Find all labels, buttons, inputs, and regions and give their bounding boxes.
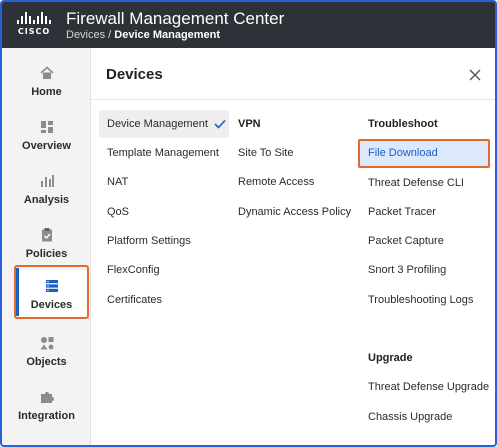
sidebar-item-devices[interactable]: Devices (14, 270, 89, 318)
menu-item-dynamic-access-policy[interactable]: Dynamic Access Policy (238, 198, 351, 226)
menu-item-nat[interactable]: NAT (107, 168, 128, 196)
sidebar-item-label: Integration (18, 409, 75, 422)
server-icon (45, 279, 58, 292)
app-title: Firewall Management Center (66, 9, 285, 28)
vpn-heading: VPN (238, 118, 261, 130)
sidebar: Home Overview Analysis Policies Devices … (2, 48, 91, 445)
menu-item-device-management[interactable]: Device Management (107, 110, 208, 138)
breadcrumb: Devices / Device Management (66, 29, 220, 41)
menu-item-flexconfig[interactable]: FlexConfig (107, 256, 160, 284)
app-window: CISCO Firewall Management Center Devices… (0, 0, 497, 447)
menu-item-threat-defense-upgrade[interactable]: Threat Defense Upgrade (368, 373, 489, 401)
menu-item-snort-3-profiling[interactable]: Snort 3 Profiling (368, 256, 446, 284)
menu-item-qos[interactable]: QoS (107, 198, 129, 226)
menu-item-certificates[interactable]: Certificates (107, 286, 162, 314)
sidebar-item-label: Overview (22, 139, 71, 152)
menu-item-file-download[interactable]: File Download (358, 139, 490, 168)
dashboard-icon (40, 120, 53, 133)
menu-item-label: File Download (368, 147, 438, 159)
menu-item-template-management[interactable]: Template Management (107, 139, 219, 167)
cisco-bars-icon (16, 12, 52, 24)
top-header: CISCO Firewall Management Center Devices… (2, 2, 495, 48)
breadcrumb-parent[interactable]: Devices (66, 29, 105, 41)
breadcrumb-current: Device Management (114, 29, 221, 41)
menu-item-site-to-site[interactable]: Site To Site (238, 139, 293, 167)
cisco-wordmark: CISCO (17, 27, 51, 36)
sidebar-item-label: Home (31, 85, 62, 98)
menu-item-packet-tracer[interactable]: Packet Tracer (368, 198, 436, 226)
menu-item-remote-access[interactable]: Remote Access (238, 168, 314, 196)
puzzle-icon (40, 391, 54, 403)
home-icon (39, 65, 54, 79)
sidebar-item-policies[interactable]: Policies (2, 218, 91, 268)
menu-item-threat-defense-cli[interactable]: Threat Defense CLI (368, 169, 464, 197)
sidebar-item-home[interactable]: Home (2, 56, 91, 106)
upgrade-heading: Upgrade (368, 352, 413, 364)
panel-title: Devices (106, 66, 163, 83)
sidebar-item-integration[interactable]: Integration (2, 380, 91, 430)
cisco-logo: CISCO (16, 12, 52, 38)
sidebar-item-label: Policies (25, 247, 68, 260)
sidebar-item-objects[interactable]: Objects (2, 326, 91, 376)
shapes-icon (40, 336, 53, 349)
checkmark-icon (214, 119, 226, 129)
clipboard-icon (41, 227, 52, 241)
sidebar-item-overview[interactable]: Overview (2, 110, 91, 160)
active-indicator (16, 268, 19, 316)
menu-item-troubleshooting-logs[interactable]: Troubleshooting Logs (368, 286, 473, 314)
close-icon[interactable] (468, 68, 482, 82)
sidebar-item-analysis[interactable]: Analysis (2, 164, 91, 214)
sidebar-item-label: Devices (30, 298, 73, 311)
sidebar-item-label: Analysis (23, 193, 70, 206)
menu-item-chassis-upgrade[interactable]: Chassis Upgrade (368, 403, 452, 431)
menu-item-packet-capture[interactable]: Packet Capture (368, 227, 444, 255)
troubleshoot-heading: Troubleshoot (368, 118, 438, 130)
panel-divider (91, 99, 495, 100)
breadcrumb-separator: / (105, 29, 115, 41)
sidebar-item-label: Objects (26, 355, 67, 368)
menu-item-platform-settings[interactable]: Platform Settings (107, 227, 191, 255)
bar-chart-icon (40, 174, 54, 187)
